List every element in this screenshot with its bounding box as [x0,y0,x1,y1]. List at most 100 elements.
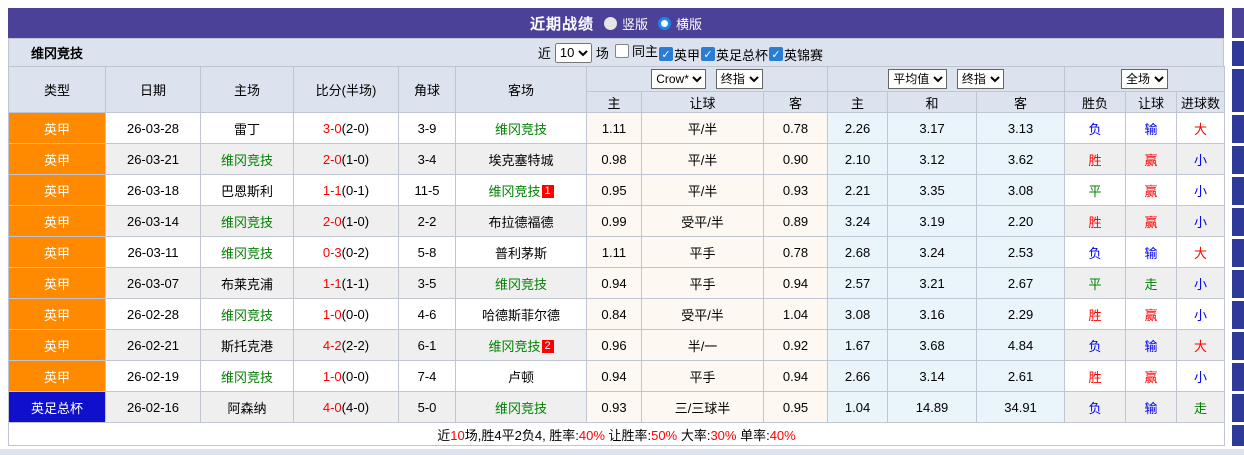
col-header-away: 客场 [455,66,587,113]
page: 近期战绩 竖版 横版 维冈竞技 近 10 场 同主 ✓ 英甲 ✓ 英足总杯 ✓ 英锦赛 [0,0,1244,455]
filter-checkbox-英足总杯[interactable]: ✓ 英足总杯 [700,45,768,64]
cell-win-draw-loss: 胜 [1064,298,1127,330]
cell-handicap-result: 赢 [1125,143,1178,175]
result-row: 英甲 26-02-21 斯托克港 4-2(2-2) 6-1 维冈竞技 2 0.96 半/一 0.9… [8,329,1226,361]
cell-goals-result: 走 [1176,391,1226,423]
cell-goals-result: 小 [1176,298,1226,330]
strip-block [1232,332,1244,360]
cell-home-team: 维冈竞技 [200,205,294,237]
filters: 近 10 场 同主 ✓ 英甲 ✓ 英足总杯 ✓ 英锦赛 [538,41,823,64]
cell-away-team: 维冈竞技 [455,112,587,144]
col-header-asian-away: 客 [762,91,829,113]
cell-corners: 6-1 [398,329,456,361]
cell-asian-away-odds: 0.78 [762,112,829,144]
cell-euro-home-odds: 2.66 [827,360,889,392]
cell-home-team: 斯托克港 [200,329,294,361]
filter-checkbox-英甲[interactable]: ✓ 英甲 [658,45,700,64]
cell-competition: 英甲 [8,360,106,392]
red-card-badge: 1 [541,184,554,198]
cell-asian-home-odds: 0.98 [586,143,642,175]
cell-asian-handicap: 平手 [641,267,764,299]
near-count-select[interactable]: 10 [554,42,592,63]
cell-date: 26-03-11 [105,236,201,268]
asian-odds-group-header: Crow* 终指 [585,66,829,92]
cell-euro-draw-odds: 3.16 [887,298,978,330]
checked-checkbox-icon[interactable]: ✓ [700,47,715,62]
cell-home-team: 雷丁 [200,112,294,144]
cell-asian-away-odds: 0.94 [762,360,829,392]
col-header-euro-home: 主 [827,91,889,113]
cell-asian-away-odds: 1.04 [762,298,829,330]
cell-asian-home-odds: 0.94 [586,360,642,392]
col-header-corners: 角球 [398,66,456,113]
team-name: 维冈竞技 [31,46,84,61]
cell-handicap-result: 输 [1125,236,1178,268]
cell-asian-home-odds: 1.11 [586,236,642,268]
cell-asian-home-odds: 0.94 [586,267,642,299]
cell-win-draw-loss: 胜 [1064,143,1127,175]
cell-corners: 5-0 [398,391,456,423]
cell-asian-handicap: 受平/半 [641,205,764,237]
cell-asian-handicap: 平手 [641,360,764,392]
checked-checkbox-icon[interactable]: ✓ [658,47,673,62]
cell-goals-result: 大 [1176,329,1226,361]
cell-competition: 英甲 [8,329,106,361]
strip-block [1232,239,1244,267]
layout-radio-vertical-label: 竖版 [621,16,648,32]
cell-asian-home-odds: 0.96 [586,329,642,361]
layout-radio-horizontal[interactable]: 横版 [658,14,702,33]
result-row: 英足总杯 26-02-16 阿森纳 4-0(4-0) 5-0 维冈竞技 0.93 三/三球半 0… [8,391,1226,423]
col-header-asian-home: 主 [586,91,642,113]
strip-block [1232,270,1244,298]
cell-competition: 英甲 [8,205,106,237]
cell-home-team: 维冈竞技 [200,143,294,175]
cell-euro-home-odds: 2.68 [827,236,889,268]
cell-corners: 3-5 [398,267,456,299]
radio-checked-icon[interactable] [658,16,671,30]
euro-odds-group-header: 平均值 终指 [827,66,1066,92]
cell-away-team: 埃克塞特城 [455,143,587,175]
panel-title-bar: 近期战绩 竖版 横版 [8,8,1224,38]
cell-goals-result: 大 [1176,236,1226,268]
cell-score: 2-0(1-0) [293,143,399,175]
filter-checkbox-同主[interactable]: 同主 [609,41,658,60]
cell-date: 26-02-19 [105,360,201,392]
cell-home-team: 阿森纳 [200,391,294,423]
panel-title: 近期战绩 [529,15,594,33]
cell-corners: 3-4 [398,143,456,175]
cell-win-draw-loss: 负 [1064,236,1127,268]
result-group-header: 全场 [1064,66,1226,92]
cell-asian-handicap: 三/三球半 [641,391,764,423]
cell-away-team: 维冈竞技 1 [455,174,587,206]
cell-goals-result: 小 [1176,205,1226,237]
cell-score: 4-2(2-2) [293,329,399,361]
cell-asian-home-odds: 0.95 [586,174,642,206]
period-select[interactable]: 全场 [1121,69,1169,89]
euro-source-select[interactable]: 平均值 [888,69,948,89]
competition-checkboxes: 同主 ✓ 英甲 ✓ 英足总杯 ✓ 英锦赛 [609,41,823,64]
unchecked-checkbox-icon[interactable] [614,43,629,58]
filter-checkbox-英锦赛[interactable]: ✓ 英锦赛 [768,45,823,64]
strip-block [1232,208,1244,236]
checked-checkbox-icon[interactable]: ✓ [768,47,783,62]
col-header-date: 日期 [105,66,201,113]
col-header-home: 主场 [200,66,294,113]
cell-corners: 7-4 [398,360,456,392]
asian-odds-stage-select[interactable]: 终指 [715,69,763,89]
cell-euro-away-odds: 3.62 [976,143,1066,175]
cell-asian-home-odds: 1.11 [586,112,642,144]
cell-date: 26-03-21 [105,143,201,175]
euro-odds-stage-select[interactable]: 终指 [956,69,1004,89]
cell-asian-handicap: 半/一 [641,329,764,361]
cell-euro-draw-odds: 3.21 [887,267,978,299]
cell-goals-result: 小 [1176,267,1226,299]
cell-home-team: 布莱克浦 [200,267,294,299]
cell-away-team: 布拉德福德 [455,205,587,237]
bookmaker-select[interactable]: Crow* [651,69,707,89]
result-row: 英甲 26-02-19 维冈竞技 1-0(0-0) 7-4 卢顿 0.94 平手 0.94 2.6… [8,360,1226,392]
layout-radio-vertical[interactable]: 竖版 [603,14,648,33]
cell-euro-draw-odds: 3.19 [887,205,978,237]
cell-euro-away-odds: 2.20 [976,205,1066,237]
cell-corners: 11-5 [398,174,456,206]
radio-unchecked-icon[interactable] [603,16,617,30]
